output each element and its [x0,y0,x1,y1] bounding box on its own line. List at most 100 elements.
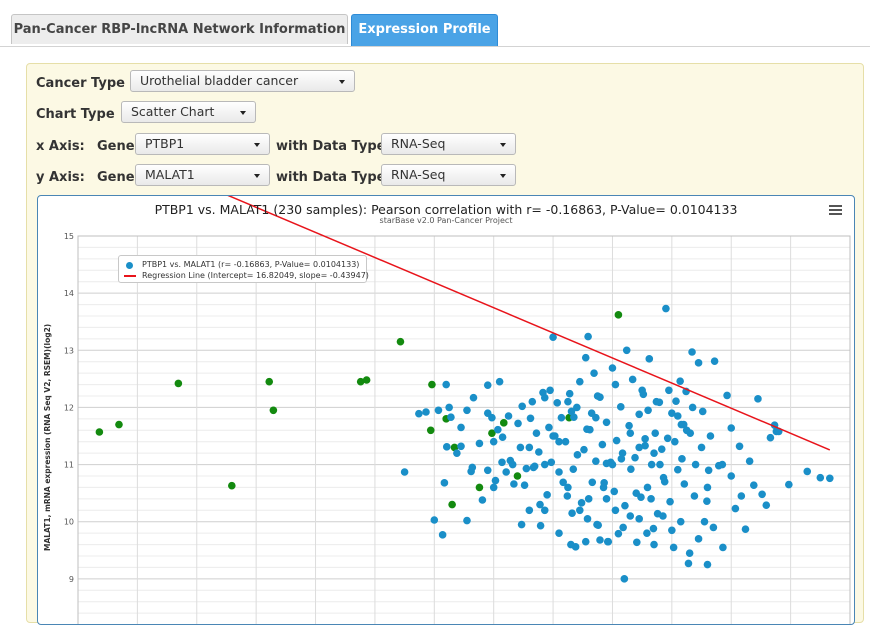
scatter-point [508,460,517,469]
scatter-point [643,483,652,492]
scatter-point [513,472,522,480]
scatter-point [635,515,643,523]
x-data-type-label: with Data Type [276,139,386,154]
scatter-point [700,517,709,526]
scatter-point [622,346,631,355]
scatter-point [703,483,712,492]
chart-type-value: Scatter Chart [131,104,215,119]
scatter-point [652,397,661,406]
scatter-point [766,433,775,442]
y-gene-label: Gene [97,170,135,185]
chevron-down-icon [339,80,345,84]
cancer-type-select[interactable]: Urothelial bladder cancer [130,70,355,92]
scatter-point [457,423,465,432]
tab-expression-profile[interactable]: Expression Profile [351,14,498,46]
scatter-point [665,386,673,395]
scatter-point [617,455,626,463]
scatter-point [678,455,686,463]
scatter-point [573,403,581,412]
scatter-point [668,526,676,535]
y-tick-label: 15 [64,232,74,241]
y-tick-label: 10 [64,518,74,527]
scatter-point [758,490,766,499]
scatter-point [498,433,507,441]
scatter-point [649,524,658,533]
y-axis-label: y Axis: [36,170,85,185]
cancer-type-value: Urothelial bladder cancer [140,73,299,88]
scatter-point [580,445,588,454]
hamburger-menu-icon[interactable] [826,202,846,218]
scatter-point [362,376,371,384]
scatter-point [483,381,492,389]
scatter-point [573,451,582,459]
scatter-point [632,489,641,497]
chevron-down-icon [254,143,260,147]
scatter-point [438,531,447,539]
scatter-point [540,460,549,469]
chart-subtitle: starBase v2.0 Pan-Cancer Project [379,216,513,225]
scatter-point [504,412,513,420]
scatter-point [650,540,658,549]
scatter-point [489,483,498,492]
scatter-point [611,506,620,515]
x-gene-value: PTBP1 [145,136,185,151]
scatter-point [697,443,706,452]
scatter-point [749,481,758,489]
scatter-point [569,465,578,473]
scatter-point [528,397,537,406]
scatter-point [522,464,531,473]
scatter-point [718,460,727,469]
tab-network-information[interactable]: Pan-Cancer RBP-lncRNA Network Informatio… [11,14,348,44]
y-tick-label: 14 [64,289,74,298]
scatter-point [584,495,593,503]
scatter-point [526,414,535,423]
scatter-point [555,437,563,446]
scatter-point [483,409,492,417]
scatter-point [659,512,667,520]
scatter-point [593,520,601,529]
scatter-point [727,424,736,432]
scatter-point [610,487,619,496]
scatter-point [690,492,699,500]
scatter-point [587,409,596,417]
scatter-point [737,492,746,500]
y-gene-value: MALAT1 [145,167,195,182]
y-data-type-select[interactable]: RNA-Seq [381,164,516,186]
scatter-point [677,420,686,429]
scatter-point [603,537,612,546]
scatter-point [691,460,700,469]
scatter-point [660,477,669,486]
chart-type-select[interactable]: Scatter Chart [121,101,256,123]
scatter-point [680,480,689,488]
legend-regression-label[interactable]: Regression Line (Intercept= 16.82049, sl… [142,271,369,280]
scatter-point [463,406,471,415]
scatter-point [657,445,666,453]
scatter-point [599,483,608,492]
scatter-point [704,466,713,475]
x-axis-label: x Axis: [36,139,85,154]
scatter-point [269,406,278,415]
legend-scatter-marker [126,262,133,269]
scatter-point [265,377,274,386]
scatter-point [434,406,443,415]
x-data-type-select[interactable]: RNA-Seq [381,133,516,155]
chart-legend: PTBP1 vs. MALAT1 (r= -0.16863, P-Value= … [118,255,369,283]
scatter-point [545,423,553,432]
scatter-point [602,495,611,503]
scatter-point [735,442,744,451]
scatter-point [576,377,584,386]
legend-scatter-label[interactable]: PTBP1 vs. MALAT1 (r= -0.16863, P-Value= … [142,260,359,269]
scatter-point [608,460,617,469]
scatter-point [525,506,534,515]
scatter-point [703,497,711,505]
scatter-point [628,375,637,384]
scatter-point [567,540,575,549]
scatter-point [647,495,655,503]
x-gene-select[interactable]: PTBP1 [135,133,270,155]
scatter-point [115,420,123,429]
y-gene-select[interactable]: MALAT1 [135,164,270,186]
scatter-point [612,436,621,445]
scatter-point [543,491,551,499]
scatter-point [510,480,518,488]
scatter-point [581,537,590,546]
